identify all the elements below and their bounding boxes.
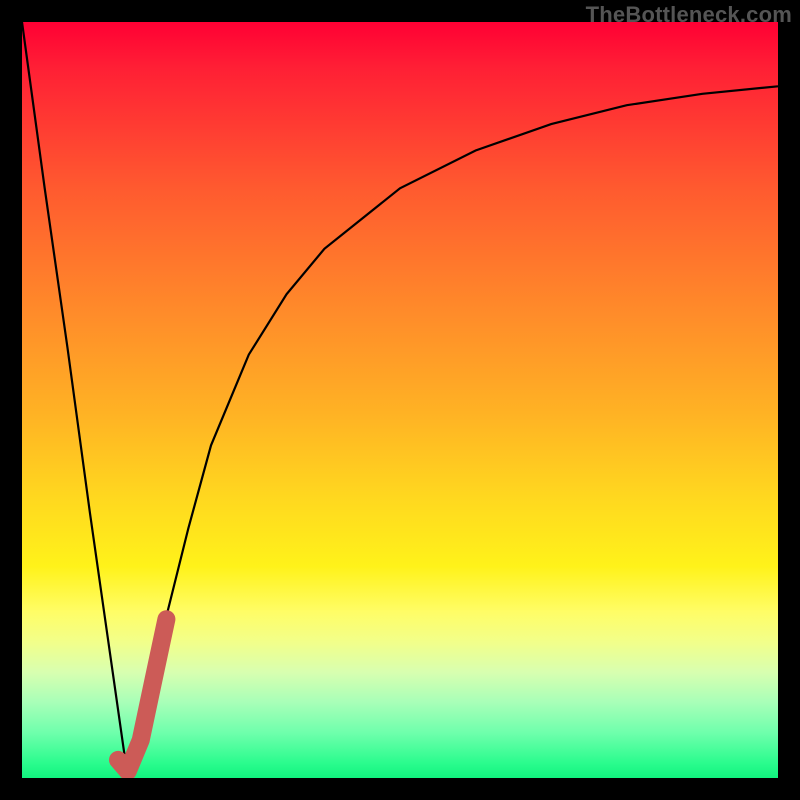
right-ascent-curve [128, 86, 778, 778]
chart-frame: TheBottleneck.com [0, 0, 800, 800]
curve-layer [22, 22, 778, 778]
watermark-text: TheBottleneck.com [586, 2, 792, 28]
plot-area [22, 22, 778, 778]
left-descent-line [22, 22, 128, 778]
accent-hook [118, 619, 166, 771]
